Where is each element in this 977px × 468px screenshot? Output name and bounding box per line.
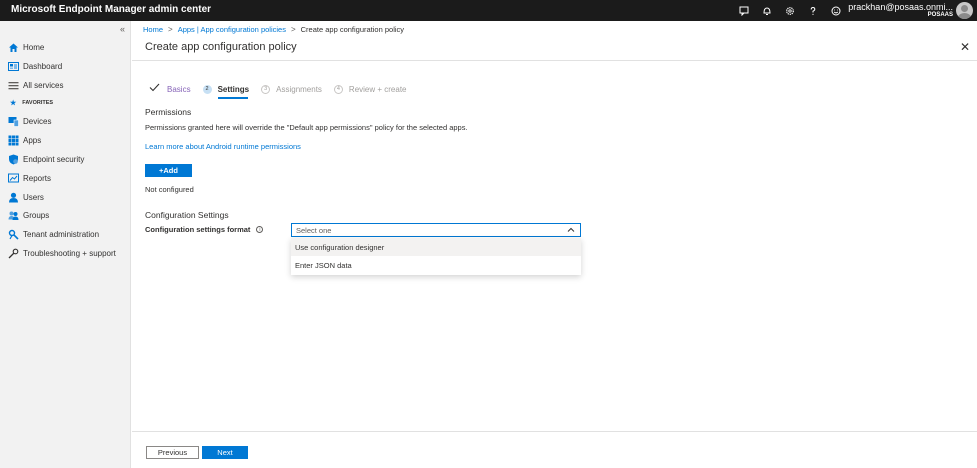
wrench-icon xyxy=(8,248,19,259)
sidebar-item-home[interactable]: Home xyxy=(8,40,44,54)
sidebar-item-apps[interactable]: Apps xyxy=(8,133,41,147)
configuration-format-dropdown[interactable]: Select one xyxy=(291,223,581,237)
breadcrumb-current: Create app configuration policy xyxy=(300,25,405,34)
add-permission-button[interactable]: +Add xyxy=(145,164,192,177)
list-icon xyxy=(8,80,19,91)
sidebar-item-label: Home xyxy=(23,42,45,52)
home-icon xyxy=(8,42,19,53)
field-label-text: Configuration settings format xyxy=(145,225,251,234)
step-number: 2 xyxy=(202,84,212,94)
configuration-format-label: Configuration settings format i xyxy=(145,225,264,234)
feedback-icon[interactable] xyxy=(732,3,755,18)
sidebar-item-groups[interactable]: Groups xyxy=(8,208,49,222)
step-review-create[interactable]: 4 Review + create xyxy=(333,82,407,96)
sidebar-item-label: Groups xyxy=(23,210,50,220)
learn-more-link[interactable]: Learn more about Android runtime permiss… xyxy=(145,142,301,151)
breadcrumb-home[interactable]: Home xyxy=(143,25,163,34)
sidebar-item-endpoint-security[interactable]: Endpoint security xyxy=(8,152,84,166)
shield-icon xyxy=(8,154,19,165)
top-icons xyxy=(732,3,847,18)
collapse-sidebar-button[interactable]: « xyxy=(120,24,125,34)
groups-icon xyxy=(8,210,19,221)
bell-icon[interactable] xyxy=(755,3,778,18)
dashboard-icon xyxy=(8,61,19,72)
sidebar-item-label: Tenant administration xyxy=(23,229,100,239)
dropdown-selected-value: Select one xyxy=(296,225,332,235)
permissions-title: Permissions xyxy=(145,107,192,117)
user-icon xyxy=(8,192,19,203)
top-bar: Microsoft Endpoint Manager admin center … xyxy=(0,0,977,21)
smiley-icon[interactable] xyxy=(824,3,847,18)
avatar[interactable] xyxy=(956,2,973,19)
tenant-icon xyxy=(8,229,19,240)
sidebar-item-label: Devices xyxy=(23,116,52,126)
step-label: Basics xyxy=(167,84,191,94)
favorites-header: ★ FAVORITES xyxy=(10,100,54,107)
page-title: Create app configuration policy xyxy=(145,41,297,53)
user-email: prackhan@posaas.onmi... xyxy=(848,2,953,12)
divider xyxy=(132,60,977,61)
sidebar-item-label: All services xyxy=(23,80,64,90)
sidebar-item-label: Dashboard xyxy=(23,61,63,71)
footer-divider xyxy=(132,431,977,432)
sidebar-item-tenant-administration[interactable]: Tenant administration xyxy=(8,227,99,241)
sidebar-item-all-services[interactable]: All services xyxy=(8,78,63,92)
breadcrumb-separator: > xyxy=(168,25,173,34)
sidebar-item-label: Reports xyxy=(23,173,52,183)
devices-icon xyxy=(8,116,19,127)
previous-button[interactable]: Previous xyxy=(146,446,199,459)
reports-icon xyxy=(8,173,19,184)
step-number: 4 xyxy=(333,84,343,94)
active-step-indicator xyxy=(217,97,248,99)
sidebar-item-devices[interactable]: Devices xyxy=(8,114,51,128)
sidebar-item-users[interactable]: Users xyxy=(8,190,44,204)
sidebar-item-label: Endpoint security xyxy=(23,154,85,164)
sidebar-item-reports[interactable]: Reports xyxy=(8,171,51,185)
star-icon: ★ xyxy=(10,100,17,107)
apps-icon xyxy=(8,135,19,146)
breadcrumb: Home > Apps | App configuration policies… xyxy=(143,25,404,34)
permissions-description: Permissions granted here will override t… xyxy=(145,123,468,132)
sidebar-item-label: Apps xyxy=(23,135,42,145)
step-label: Assignments xyxy=(276,84,322,94)
close-icon[interactable]: ✕ xyxy=(960,40,970,54)
sidebar-item-label: Troubleshooting + support xyxy=(23,248,116,258)
sidebar-item-troubleshooting[interactable]: Troubleshooting + support xyxy=(8,246,116,260)
gear-icon[interactable] xyxy=(778,3,801,18)
next-button[interactable]: Next xyxy=(202,446,248,459)
help-icon[interactable] xyxy=(801,3,824,18)
breadcrumb-separator: > xyxy=(290,25,296,34)
wizard-steps: Basics 2 Settings 3 Assignments 4 Review… xyxy=(149,82,419,99)
step-number: 3 xyxy=(261,84,271,94)
breadcrumb-apps[interactable]: Apps | App configuration policies xyxy=(178,25,286,34)
step-assignments[interactable]: 3 Assignments xyxy=(261,82,322,96)
option-use-configuration-designer[interactable]: Use configuration designer xyxy=(291,238,581,256)
checkmark-icon xyxy=(149,83,160,95)
configuration-settings-title: Configuration Settings xyxy=(145,210,229,220)
step-settings[interactable]: 2 Settings xyxy=(202,82,250,99)
option-enter-json-data[interactable]: Enter JSON data xyxy=(291,256,581,274)
chevron-up-icon xyxy=(567,226,575,234)
dropdown-menu: Use configuration designer Enter JSON da… xyxy=(291,238,581,275)
step-label: Settings xyxy=(217,84,250,94)
sidebar-item-dashboard[interactable]: Dashboard xyxy=(8,59,62,73)
permissions-status: Not configured xyxy=(145,185,194,194)
sidebar-item-label: Users xyxy=(23,192,44,202)
step-basics[interactable]: Basics xyxy=(149,82,191,96)
user-account[interactable]: prackhan@posaas.onmi... POSAAS xyxy=(848,2,953,18)
user-org: POSAAS xyxy=(927,12,953,18)
app-title[interactable]: Microsoft Endpoint Manager admin center xyxy=(11,4,211,15)
step-label: Review + create xyxy=(348,84,407,94)
info-icon[interactable]: i xyxy=(256,226,264,233)
